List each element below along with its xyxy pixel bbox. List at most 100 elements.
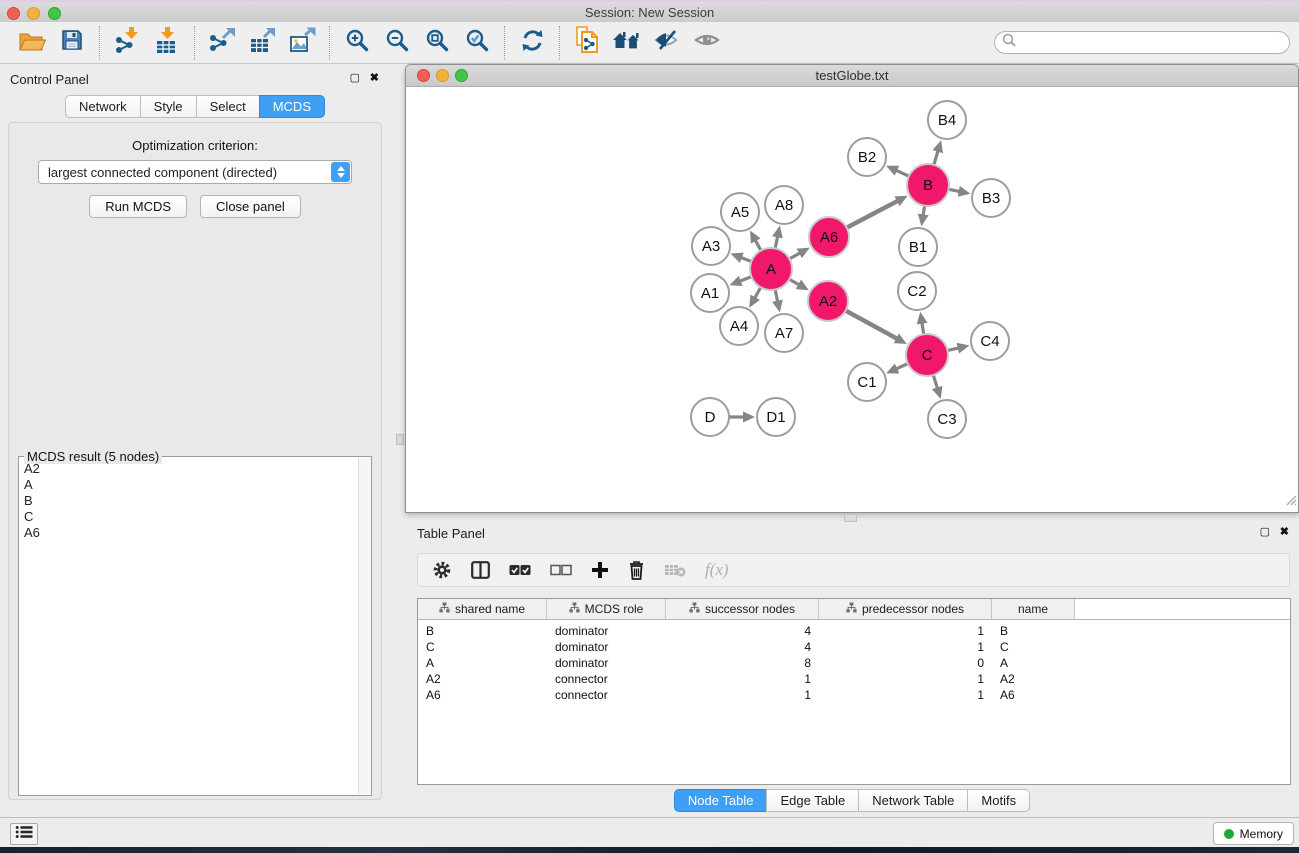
import-network-button[interactable] <box>107 26 147 60</box>
export-network-button[interactable] <box>202 26 242 60</box>
tab-network[interactable]: Network <box>65 95 141 118</box>
table-cell: A2 <box>992 672 1075 686</box>
table-cell: C <box>992 640 1075 654</box>
result-item[interactable]: A <box>24 477 357 493</box>
close-table-panel-icon[interactable]: ✖ <box>1280 526 1289 539</box>
mcds-result-box: MCDS result (5 nodes) A2ABCA6 <box>18 456 372 796</box>
table-row[interactable]: Adominator80A <box>418 655 1290 671</box>
float-table-panel-icon[interactable]: ▢ <box>1260 526 1270 539</box>
network-canvas[interactable]: AA1A3A5A8A4A7A6A2BB1B2B3B4CC1C2C3C4DD1 <box>406 87 1298 512</box>
show-graphics-details-button[interactable] <box>687 26 727 60</box>
import-table-button[interactable] <box>147 26 187 60</box>
show-columns-icon[interactable] <box>471 558 490 582</box>
deselect-all-icon[interactable] <box>550 558 572 582</box>
save-session-button[interactable] <box>52 26 92 60</box>
window-resize-grip[interactable] <box>1284 493 1297 511</box>
refresh-button[interactable] <box>512 26 552 60</box>
vertical-splitter-grip[interactable] <box>396 434 404 445</box>
table-row[interactable]: Bdominator41B <box>418 623 1290 639</box>
window-titlebar[interactable]: Session: New Session <box>0 0 1299 22</box>
result-item[interactable]: A6 <box>24 525 357 541</box>
mcds-panel: Optimization criterion: largest connecte… <box>8 122 382 800</box>
close-panel-button[interactable]: Close panel <box>200 195 301 218</box>
column-header-successor-nodes[interactable]: successor nodes <box>666 599 819 619</box>
memory-button[interactable]: Memory <box>1213 822 1294 845</box>
search-input[interactable] <box>1017 34 1289 52</box>
result-item[interactable]: B <box>24 493 357 509</box>
table-tabs: Node TableEdge TableNetwork TableMotifs <box>405 789 1299 812</box>
zoom-selected-icon <box>465 28 489 57</box>
table-tab-motifs[interactable]: Motifs <box>967 789 1030 812</box>
column-header-label: predecessor nodes <box>862 602 964 616</box>
table-cell: A2 <box>418 672 547 686</box>
graph-node-label-A8: A8 <box>775 197 793 214</box>
toolbar-separator <box>559 26 560 60</box>
search-icon <box>1002 33 1017 53</box>
network-overview-button[interactable] <box>607 26 647 60</box>
table-cell: 4 <box>666 624 819 638</box>
function-builder-icon[interactable]: f(x) <box>705 558 729 582</box>
table-tab-node-table[interactable]: Node Table <box>674 789 768 812</box>
column-header-label: shared name <box>455 602 525 616</box>
delete-column-icon[interactable] <box>628 558 645 582</box>
search-box[interactable] <box>994 31 1290 54</box>
select-all-icon[interactable] <box>509 558 531 582</box>
node-table[interactable]: shared name MCDS rolesuccessor nodes prede… <box>417 598 1291 785</box>
tab-style[interactable]: Style <box>140 95 197 118</box>
table-cell: connector <box>547 672 666 686</box>
run-mcds-button[interactable]: Run MCDS <box>89 195 187 218</box>
delete-table-icon[interactable] <box>664 558 686 582</box>
close-panel-icon[interactable]: ✖ <box>370 72 379 85</box>
table-row[interactable]: Cdominator41C <box>418 639 1290 655</box>
zoom-selected-button[interactable] <box>457 26 497 60</box>
shared-column-icon <box>689 602 700 616</box>
result-item[interactable]: A2 <box>24 461 357 477</box>
result-item[interactable]: C <box>24 509 357 525</box>
table-row[interactable]: A6connector11A6 <box>418 687 1290 703</box>
document-network-icon <box>574 26 600 59</box>
export-image-button[interactable] <box>282 26 322 60</box>
table-cell: dominator <box>547 640 666 654</box>
status-bar: Memory <box>0 817 1299 847</box>
zoom-fit-button[interactable] <box>417 26 457 60</box>
table-cell: dominator <box>547 656 666 670</box>
export-table-button[interactable] <box>242 26 282 60</box>
result-scrollbar[interactable] <box>358 458 371 794</box>
zoom-out-button[interactable] <box>377 26 417 60</box>
column-header-predecessor-nodes[interactable]: predecessor nodes <box>819 599 992 619</box>
network-window-title: testGlobe.txt <box>406 68 1298 83</box>
list-icon <box>15 825 33 844</box>
task-history-button[interactable] <box>10 823 38 845</box>
graph-node-label-D1: D1 <box>766 409 785 426</box>
zoom-in-button[interactable] <box>337 26 377 60</box>
network-window-titlebar[interactable]: testGlobe.txt <box>406 65 1298 87</box>
floppy-disk-icon <box>60 28 84 57</box>
new-network-from-selection-button[interactable] <box>567 26 607 60</box>
table-cell: A <box>992 656 1075 670</box>
hide-graphics-details-button[interactable] <box>647 26 687 60</box>
table-cell: C <box>418 640 547 654</box>
eye-icon <box>694 28 720 57</box>
table-row[interactable]: A2connector11A2 <box>418 671 1290 687</box>
float-panel-icon[interactable]: ▢ <box>350 72 360 85</box>
tab-mcds[interactable]: MCDS <box>259 95 325 118</box>
houses-icon <box>612 28 642 57</box>
open-session-button[interactable] <box>12 26 52 60</box>
tab-select[interactable]: Select <box>196 95 260 118</box>
network-graph[interactable]: AA1A3A5A8A4A7A6A2BB1B2B3B4CC1C2C3C4DD1 <box>406 87 1298 512</box>
table-cell: 8 <box>666 656 819 670</box>
column-header-shared-name[interactable]: shared name <box>418 599 547 619</box>
table-cell: 1 <box>819 688 992 702</box>
table-cell: 0 <box>819 656 992 670</box>
open-folder-icon <box>18 28 46 57</box>
table-options-gear-icon[interactable] <box>432 558 452 582</box>
column-header-name[interactable]: name <box>992 599 1075 619</box>
table-tab-edge-table[interactable]: Edge Table <box>766 789 859 812</box>
table-tab-network-table[interactable]: Network Table <box>858 789 968 812</box>
table-cell: 1 <box>819 624 992 638</box>
criterion-select[interactable]: largest connected component (directed) <box>38 160 352 184</box>
column-header-mcds-role[interactable]: MCDS role <box>547 599 666 619</box>
control-panel-tabs: NetworkStyleSelectMCDS <box>0 95 390 118</box>
add-column-icon[interactable] <box>591 558 609 582</box>
export-network-icon <box>209 27 236 59</box>
